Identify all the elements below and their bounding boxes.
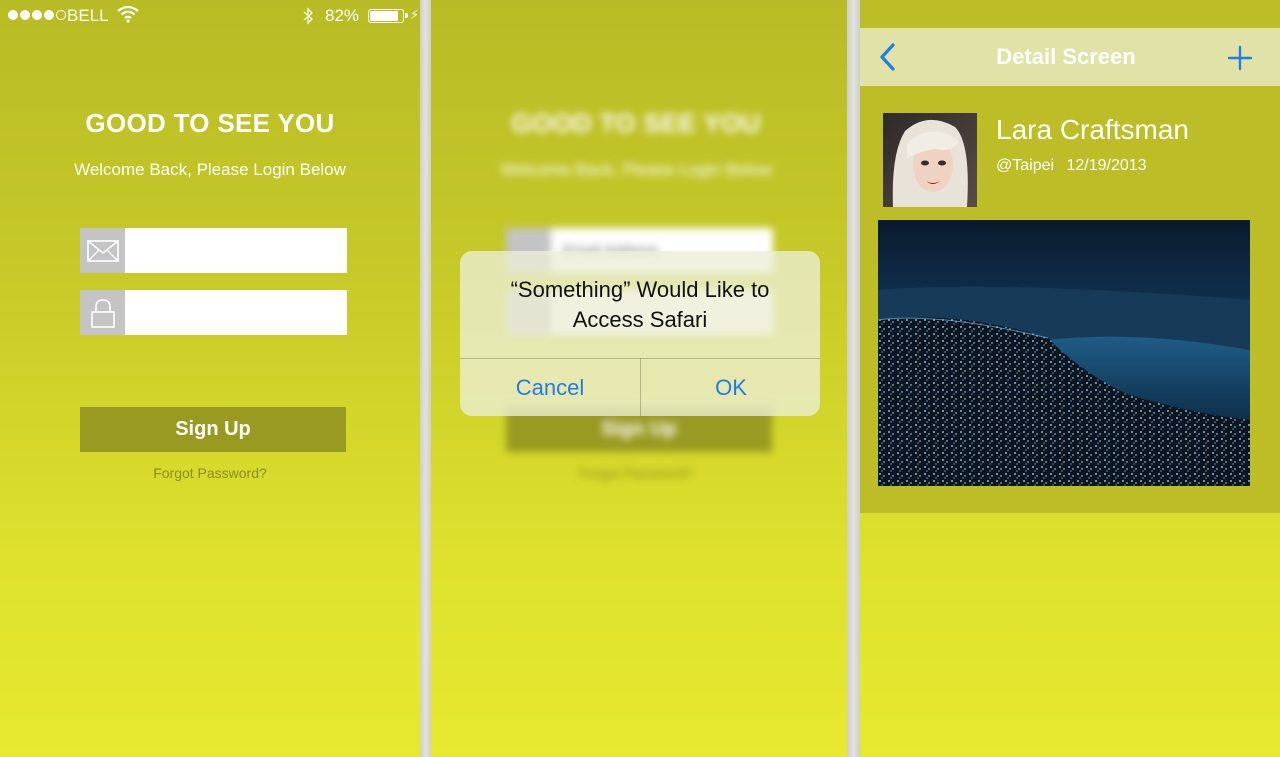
profile-name: Lara Craftsman — [996, 114, 1189, 145]
battery-icon — [368, 9, 408, 23]
charging-icon: ⚡ — [410, 7, 420, 22]
login-subtitle: Welcome Back, Please Login Below — [74, 160, 346, 179]
screen-divider — [847, 0, 860, 757]
profile-handle: @Taipei — [996, 157, 1055, 174]
plus-icon[interactable] — [1226, 44, 1254, 72]
ok-button[interactable]: OK — [641, 359, 820, 416]
screen-divider — [420, 0, 431, 757]
profile-date: 12/19/2013 — [1066, 157, 1147, 174]
city-night-photo[interactable] — [878, 220, 1250, 486]
navigation-bar: Detail Screen — [860, 28, 1280, 86]
email-input[interactable] — [125, 228, 347, 273]
lock-icon — [80, 290, 125, 335]
alert-screen: GOOD TO SEE YOU Welcome Back, Please Log… — [431, 0, 847, 757]
bluetooth-icon — [303, 7, 314, 25]
avatar[interactable] — [883, 113, 977, 207]
alert-dialog: “Something” Would Like to Access Safari … — [460, 251, 820, 416]
sign-up-button[interactable]: Sign Up — [80, 407, 346, 452]
wifi-icon — [117, 5, 139, 23]
password-input[interactable] — [125, 290, 347, 335]
password-field[interactable] — [80, 290, 347, 335]
email-field[interactable] — [80, 228, 347, 273]
envelope-icon — [80, 228, 125, 273]
nav-title: Detail Screen — [996, 44, 1136, 69]
login-title: GOOD TO SEE YOU — [85, 108, 335, 138]
forgot-password-link[interactable]: Forgot Password? — [0, 465, 420, 481]
login-screen: BELL 82% ⚡ GOOD TO SEE YOU Welcome Back,… — [0, 0, 420, 757]
battery-percent: 82% — [325, 6, 360, 25]
detail-screen: Detail Screen Lara Craftsman @Taipei 12/… — [860, 0, 1280, 757]
login-subtitle: Welcome Back, Please Login Below — [500, 160, 772, 179]
status-bar: BELL 82% ⚡ — [0, 0, 420, 32]
profile-meta: @Taipei 12/19/2013 — [996, 157, 1155, 175]
forgot-password-link: Forgot Password? — [579, 465, 693, 481]
cancel-button[interactable]: Cancel — [460, 359, 640, 416]
login-title: GOOD TO SEE YOU — [511, 108, 761, 138]
signal-strength-icon — [8, 10, 66, 20]
alert-message: “Something” Would Like to Access Safari — [510, 277, 770, 332]
carrier-label: BELL — [67, 6, 109, 25]
